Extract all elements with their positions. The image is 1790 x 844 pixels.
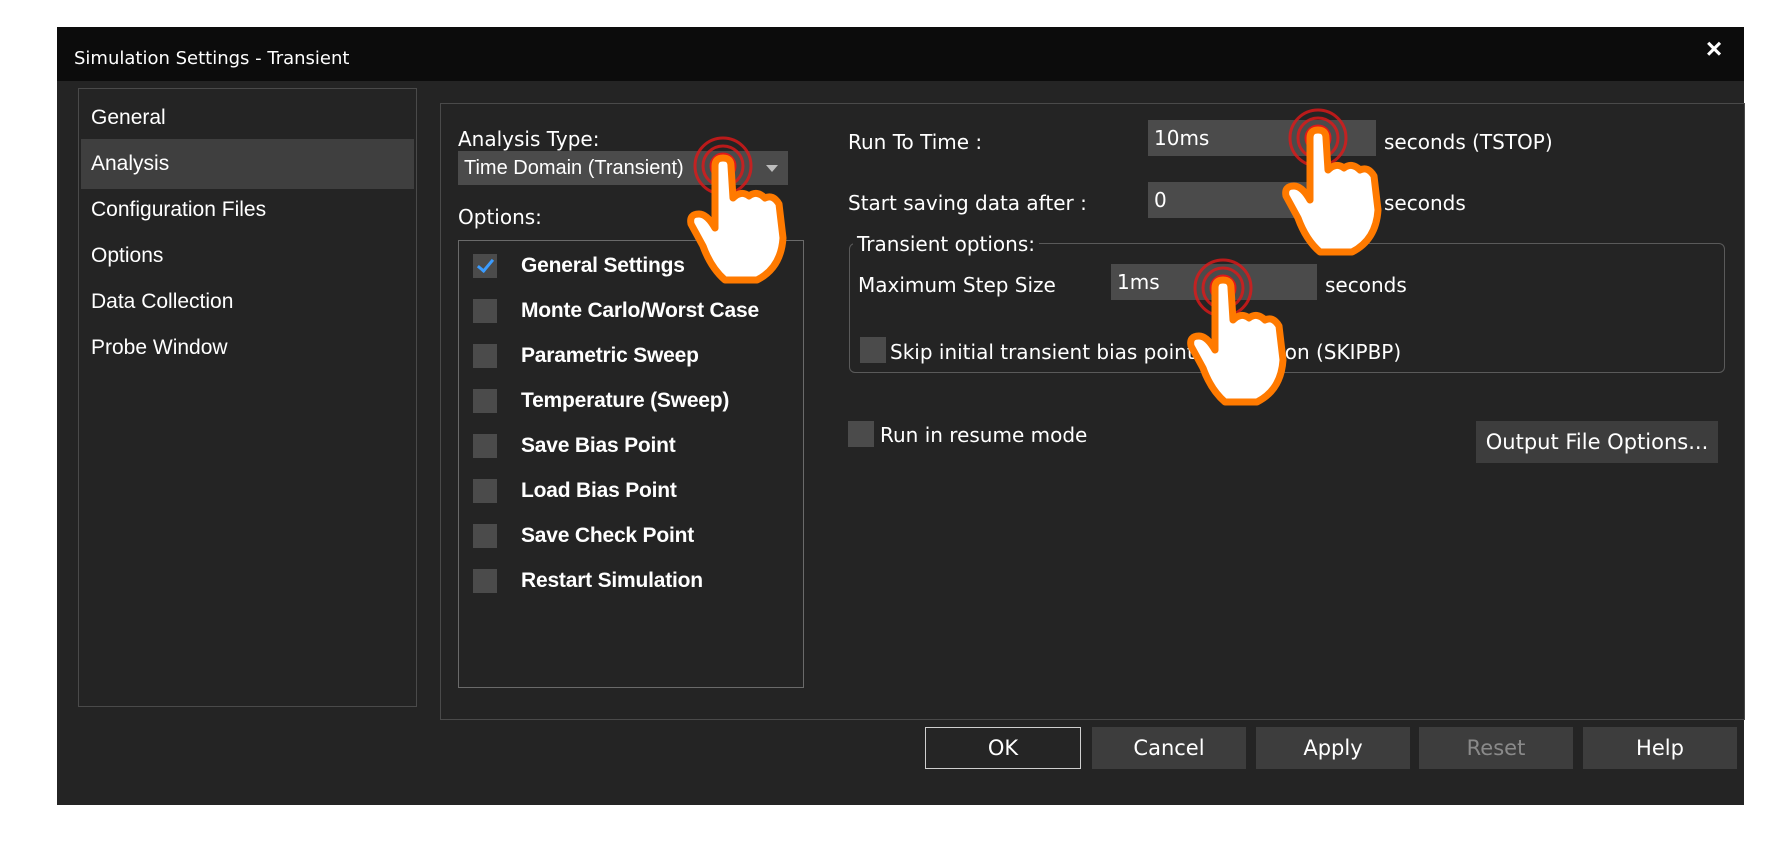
nav-item-analysis[interactable]: Analysis (81, 139, 414, 189)
reset-button[interactable]: Reset (1419, 727, 1573, 769)
start-saving-label: Start saving data after : (848, 191, 1087, 215)
cancel-button[interactable]: Cancel (1092, 727, 1246, 769)
resume-mode-checkbox[interactable] (848, 421, 874, 447)
output-file-options-button[interactable]: Output File Options... (1476, 421, 1718, 463)
nav-item-data-collection[interactable]: Data Collection (81, 277, 414, 327)
nav-item-configuration-files[interactable]: Configuration Files (81, 185, 414, 235)
transient-options-label: Transient options: (853, 232, 1039, 256)
run-to-time-label: Run To Time : (848, 130, 983, 154)
checkbox-monte-carlo[interactable] (473, 299, 497, 323)
max-step-label: Maximum Step Size (858, 273, 1056, 297)
help-button[interactable]: Help (1583, 727, 1737, 769)
resume-mode-label: Run in resume mode (880, 423, 1088, 447)
option-restart-simulation[interactable]: Restart Simulation (473, 566, 793, 596)
dialog-title: Simulation Settings - Transient (74, 48, 350, 69)
checkbox-parametric-sweep[interactable] (473, 344, 497, 368)
option-label: Restart Simulation (521, 569, 703, 592)
option-label: Load Bias Point (521, 479, 677, 502)
options-label: Options: (458, 205, 542, 229)
checkbox-temperature-sweep[interactable] (473, 389, 497, 413)
option-load-bias-point[interactable]: Load Bias Point (473, 476, 793, 506)
option-label: General Settings (521, 254, 685, 277)
nav-item-options[interactable]: Options (81, 231, 414, 281)
option-save-bias-point[interactable]: Save Bias Point (473, 431, 793, 461)
title-bar: Simulation Settings - Transient × (57, 27, 1744, 81)
pointing-hand-icon (1282, 108, 1382, 256)
checkbox-restart-simulation[interactable] (473, 569, 497, 593)
option-label: Monte Carlo/Worst Case (521, 299, 759, 322)
close-button[interactable]: × (1694, 31, 1734, 67)
option-parametric-sweep[interactable]: Parametric Sweep (473, 341, 793, 371)
option-label: Save Bias Point (521, 434, 676, 457)
checkbox-save-check-point[interactable] (473, 524, 497, 548)
option-monte-carlo[interactable]: Monte Carlo/Worst Case (473, 296, 793, 326)
ok-button[interactable]: OK (925, 727, 1081, 769)
option-label: Temperature (Sweep) (521, 389, 730, 412)
settings-nav: General Analysis Configuration Files Opt… (78, 88, 417, 707)
max-step-unit: seconds (1325, 273, 1407, 297)
option-label: Save Check Point (521, 524, 695, 547)
option-temperature-sweep[interactable]: Temperature (Sweep) (473, 386, 793, 416)
pointing-hand-icon (687, 136, 787, 284)
pointing-hand-icon (1187, 258, 1287, 406)
nav-item-probe-window[interactable]: Probe Window (81, 323, 414, 373)
checkbox-load-bias-point[interactable] (473, 479, 497, 503)
nav-item-general[interactable]: General (81, 93, 414, 143)
apply-button[interactable]: Apply (1256, 727, 1410, 769)
option-label: Parametric Sweep (521, 344, 699, 367)
checkbox-general-settings[interactable] (473, 254, 497, 278)
option-save-check-point[interactable]: Save Check Point (473, 521, 793, 551)
analysis-type-label: Analysis Type: (458, 127, 600, 151)
checkbox-save-bias-point[interactable] (473, 434, 497, 458)
skip-bias-checkbox[interactable] (860, 337, 886, 363)
options-list: General Settings Monte Carlo/Worst Case … (458, 240, 804, 688)
analysis-type-value: Time Domain (Transient) (464, 157, 684, 179)
